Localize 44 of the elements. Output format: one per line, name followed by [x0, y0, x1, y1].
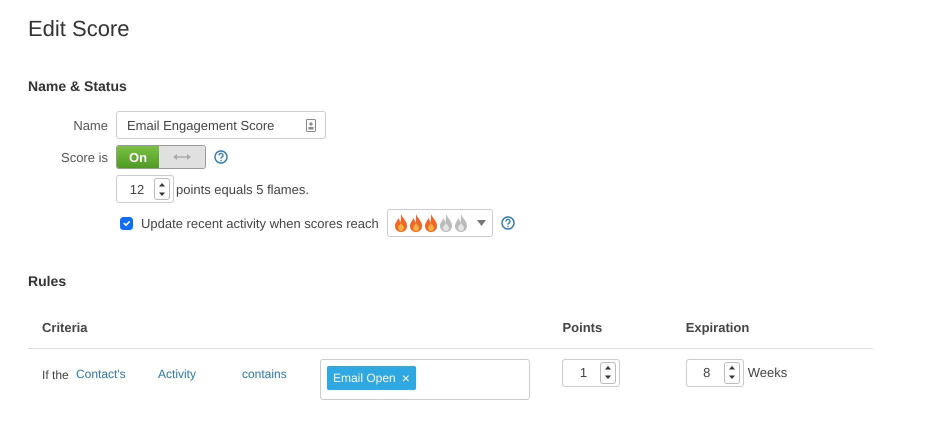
up-arrow-icon: [158, 182, 166, 187]
up-arrow-icon: [604, 365, 612, 370]
flame-icon: [394, 213, 408, 234]
stepper-control[interactable]: [154, 178, 170, 200]
section-heading: Name & Status: [28, 77, 128, 96]
field-label: Name: [72, 116, 108, 135]
flame-icon: [424, 213, 438, 234]
flame-icon: [408, 213, 423, 234]
tag-label: Email Open: [333, 370, 396, 387]
name-field[interactable]: Email Engagement Score: [116, 111, 326, 140]
number-field[interactable]: 12: [116, 175, 174, 204]
contact-card-icon: [306, 119, 316, 132]
checkbox-label: Update recent activity when scores reach: [141, 214, 379, 233]
down-arrow-icon: [728, 375, 736, 380]
number-field[interactable]: 8: [686, 358, 744, 387]
column-header: Points: [562, 319, 604, 338]
help-icon: [214, 150, 228, 164]
criteria-link[interactable]: Contact's: [76, 364, 158, 383]
down-arrow-icon: [604, 375, 612, 380]
stepper-control[interactable]: [724, 362, 740, 384]
down-arrow-icon: [158, 192, 166, 197]
arrows-icon: [172, 153, 192, 162]
unit-label: Weeks: [748, 364, 788, 382]
column-header: Criteria: [42, 319, 89, 338]
page-title: Edit Score: [28, 16, 130, 42]
flame-icon: [454, 213, 468, 234]
help-icon: [500, 216, 515, 230]
criteria-link[interactable]: contains: [242, 364, 320, 383]
points-text: points equals 5 flames.: [176, 180, 309, 199]
number-field[interactable]: 1: [562, 358, 620, 387]
section-heading: Rules: [28, 272, 68, 292]
criteria-text: If the: [42, 366, 70, 384]
field-label: Score is: [60, 148, 108, 167]
update-checkbox[interactable]: [120, 216, 133, 230]
toggle-switch[interactable]: On: [116, 145, 206, 170]
up-arrow-icon: [728, 365, 736, 370]
column-header: Expiration: [686, 319, 750, 338]
criteria-link[interactable]: Activity: [158, 364, 242, 383]
flame-select[interactable]: [386, 209, 493, 238]
remove-button[interactable]: ×: [402, 370, 410, 385]
flame-icon: [438, 213, 453, 234]
caret-icon: [476, 220, 486, 226]
stepper-control[interactable]: [600, 362, 616, 384]
tag-field[interactable]: Email Open ×: [320, 358, 530, 400]
